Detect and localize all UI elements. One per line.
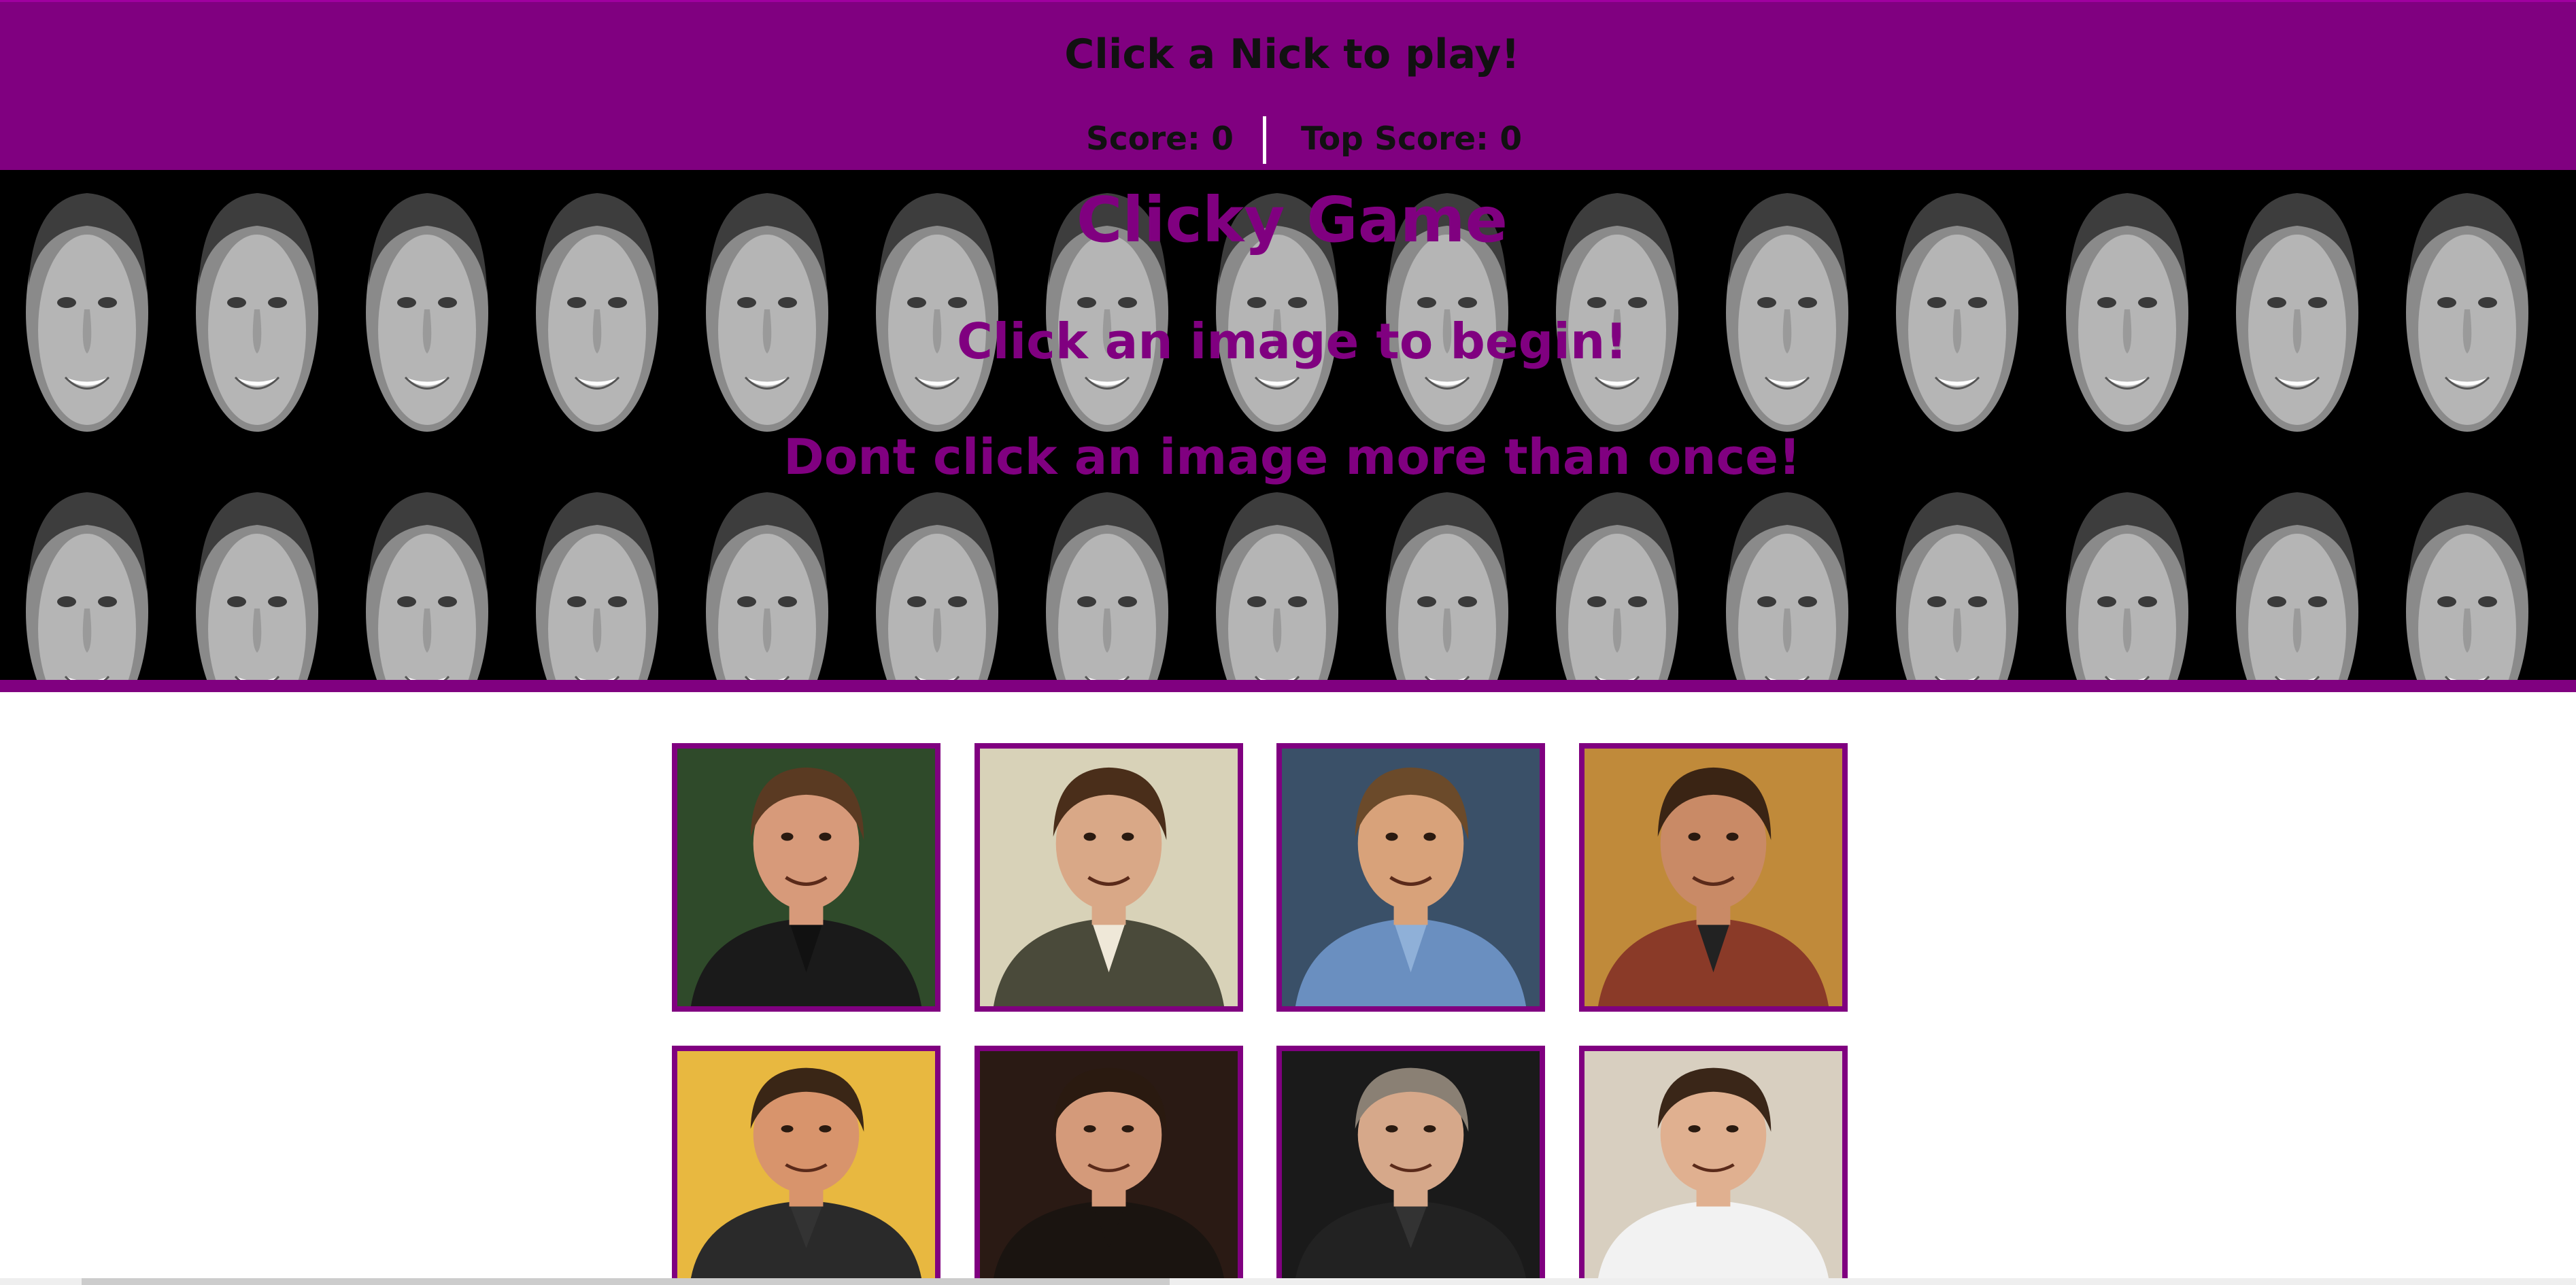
face-pattern-icon xyxy=(1719,483,1855,680)
game-title: Clicky Game xyxy=(1076,184,1508,256)
face-pattern-icon xyxy=(1379,483,1515,680)
face-pattern-icon xyxy=(2059,483,2195,680)
face-pattern-row-2 xyxy=(0,483,2576,680)
nick-photo-7[interactable] xyxy=(1276,1046,1545,1284)
face-pattern-icon xyxy=(869,483,1005,680)
face-pattern-icon xyxy=(189,483,325,680)
nick-photo-2[interactable] xyxy=(975,743,1243,1012)
nick-photo-1[interactable] xyxy=(672,743,940,1012)
horizontal-scrollbar[interactable] xyxy=(0,1278,2576,1285)
nick-photo-3[interactable] xyxy=(1276,743,1545,1012)
nick-photo-5[interactable] xyxy=(672,1046,940,1284)
instruction-begin: Click an image to begin! xyxy=(956,313,1628,370)
instruction-warning: Dont click an image more than once! xyxy=(783,428,1801,485)
play-prompt: Click a Nick to play! xyxy=(1064,31,1520,78)
face-pattern-icon xyxy=(19,483,155,680)
face-pattern-icon xyxy=(359,483,495,680)
face-pattern-icon xyxy=(2569,483,2576,680)
hero-bottom-border xyxy=(0,680,2576,692)
nick-photo-8[interactable] xyxy=(1579,1046,1848,1284)
face-pattern-icon xyxy=(2229,483,2365,680)
score-label: Score: 0 xyxy=(1086,120,1234,158)
nick-photo-6[interactable] xyxy=(975,1046,1243,1284)
score-divider xyxy=(1263,116,1266,164)
navbar: Click a Nick to play! Score: 0 Top Score… xyxy=(0,0,2576,170)
face-pattern-icon xyxy=(1209,483,1345,680)
nick-photo-4[interactable] xyxy=(1579,743,1848,1012)
score-row: Score: 0 Top Score: 0 xyxy=(0,112,2576,167)
face-pattern-icon xyxy=(699,483,835,680)
top-score-label: Top Score: 0 xyxy=(1301,120,1523,158)
face-pattern-icon xyxy=(1549,483,1685,680)
hero-banner: Clicky Game Click an image to begin! Don… xyxy=(0,170,2576,680)
face-pattern-icon xyxy=(1889,483,2025,680)
face-pattern-icon xyxy=(2399,483,2535,680)
scrollbar-thumb[interactable] xyxy=(82,1278,1170,1285)
face-pattern-icon xyxy=(529,483,665,680)
face-pattern-icon xyxy=(1039,483,1175,680)
